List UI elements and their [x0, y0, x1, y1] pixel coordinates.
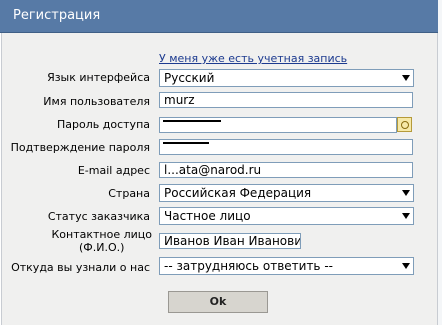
contact-person-label-line2: (Ф.И.О.)	[79, 241, 125, 254]
password-masked-text	[163, 120, 221, 122]
language-label: Язык интерфейса	[47, 71, 150, 84]
right-edge	[438, 0, 442, 325]
customer-status-value: Частное лицо	[164, 209, 251, 223]
customer-status-select[interactable]: Частное лицо	[159, 207, 414, 225]
chevron-down-icon	[402, 213, 410, 219]
country-select[interactable]: Российская Федерация	[159, 184, 414, 202]
referral-value: -- затрудняюсь ответить --	[164, 259, 333, 273]
country-value: Российская Федерация	[164, 186, 312, 200]
login-link[interactable]: У меня уже есть учетная запись	[159, 52, 347, 65]
language-select[interactable]: Русский	[159, 69, 414, 87]
contact-person-label-line1: Контактное лицо	[51, 228, 152, 241]
title-bar: Регистрация	[0, 0, 438, 33]
chevron-down-icon	[402, 263, 410, 269]
referral-label: Откуда вы узнали о нас	[11, 261, 150, 274]
chevron-down-icon	[402, 75, 410, 81]
chevron-down-icon	[402, 190, 410, 196]
country-label: Страна	[108, 187, 150, 200]
language-value: Русский	[164, 71, 215, 85]
username-field[interactable]: murz	[159, 92, 413, 108]
key-icon[interactable]	[397, 117, 412, 132]
email-field[interactable]: l...ata@narod.ru	[159, 162, 413, 178]
contact-person-field[interactable]: Иванов Иван Иванович	[159, 233, 301, 249]
username-label: Имя пользователя	[43, 95, 150, 108]
contact-person-label: Контактное лицо (Ф.И.О.)	[51, 228, 152, 254]
password-label: Пароль доступа	[57, 118, 150, 131]
password-confirm-masked-text	[163, 142, 209, 144]
referral-select[interactable]: -- затрудняюсь ответить --	[159, 257, 414, 275]
registration-dialog: Регистрация У меня уже есть учетная запи…	[0, 0, 442, 325]
dialog-title: Регистрация	[13, 8, 101, 23]
ok-button[interactable]: Ok	[168, 291, 268, 313]
email-label: E-mail адрес	[77, 164, 150, 177]
password-confirm-label: Подтверждение пароля	[10, 141, 150, 154]
customer-status-label: Статус заказчика	[47, 210, 150, 223]
